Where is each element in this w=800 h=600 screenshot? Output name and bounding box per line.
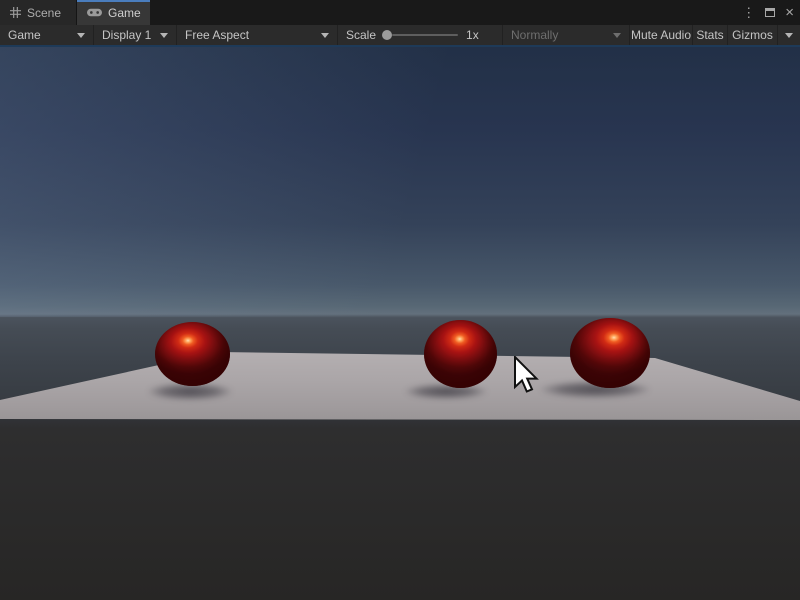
display-label: Display 1 bbox=[102, 28, 151, 42]
tab-scene-label: Scene bbox=[27, 6, 61, 20]
chevron-down-icon bbox=[321, 33, 329, 38]
tab-game[interactable]: Game bbox=[77, 0, 150, 25]
play-focus-dropdown[interactable]: Normally bbox=[502, 25, 629, 45]
mute-audio-button[interactable]: Mute Audio bbox=[629, 25, 692, 45]
gizmos-label: Gizmos bbox=[732, 28, 773, 42]
red-sphere-middle bbox=[424, 320, 497, 388]
mute-audio-label: Mute Audio bbox=[631, 28, 691, 42]
scale-slider[interactable] bbox=[382, 25, 460, 45]
aspect-ratio-label: Free Aspect bbox=[185, 28, 249, 42]
sphere-shadow bbox=[405, 384, 487, 399]
scale-slider-track[interactable] bbox=[392, 34, 458, 36]
scale-slider-knob[interactable] bbox=[382, 30, 392, 40]
aspect-ratio-dropdown[interactable]: Free Aspect bbox=[176, 25, 337, 45]
play-focus-label: Normally bbox=[511, 28, 558, 42]
mouse-cursor bbox=[513, 356, 539, 400]
chevron-down-icon bbox=[785, 33, 793, 38]
skybox-light-sheen bbox=[0, 47, 800, 317]
close-icon[interactable]: × bbox=[785, 5, 794, 20]
grid-icon bbox=[10, 7, 21, 18]
game-view-toolbar: Game Display 1 Free Aspect Scale 1x Norm… bbox=[0, 25, 800, 45]
gizmos-button[interactable]: Gizmos bbox=[727, 25, 777, 45]
display-dropdown[interactable]: Display 1 bbox=[93, 25, 176, 45]
red-sphere-right bbox=[570, 318, 650, 388]
view-mode-label: Game bbox=[8, 28, 41, 42]
gizmos-dropdown-button[interactable] bbox=[777, 25, 800, 45]
tab-bar: Scene Game ⋮ × bbox=[0, 0, 800, 25]
unity-game-panel: Scene Game ⋮ × Game Display 1 bbox=[0, 0, 800, 600]
maximize-icon[interactable] bbox=[765, 8, 775, 17]
view-mode-dropdown[interactable]: Game bbox=[0, 25, 93, 45]
gamepad-icon bbox=[87, 8, 102, 17]
chevron-down-icon bbox=[160, 33, 168, 38]
chevron-down-icon bbox=[613, 33, 621, 38]
scale-label: Scale bbox=[346, 28, 376, 42]
red-sphere-left bbox=[155, 322, 230, 386]
tab-game-label: Game bbox=[108, 6, 141, 20]
chevron-down-icon bbox=[77, 33, 85, 38]
stats-label: Stats bbox=[696, 28, 723, 42]
game-render-viewport[interactable] bbox=[0, 47, 800, 600]
scale-control: Scale 1x bbox=[337, 25, 502, 45]
scale-value: 1x bbox=[466, 28, 479, 42]
window-controls: ⋮ × bbox=[742, 0, 794, 25]
stats-button[interactable]: Stats bbox=[692, 25, 727, 45]
tab-scene[interactable]: Scene bbox=[0, 0, 77, 25]
kebab-menu-icon[interactable]: ⋮ bbox=[742, 6, 755, 19]
